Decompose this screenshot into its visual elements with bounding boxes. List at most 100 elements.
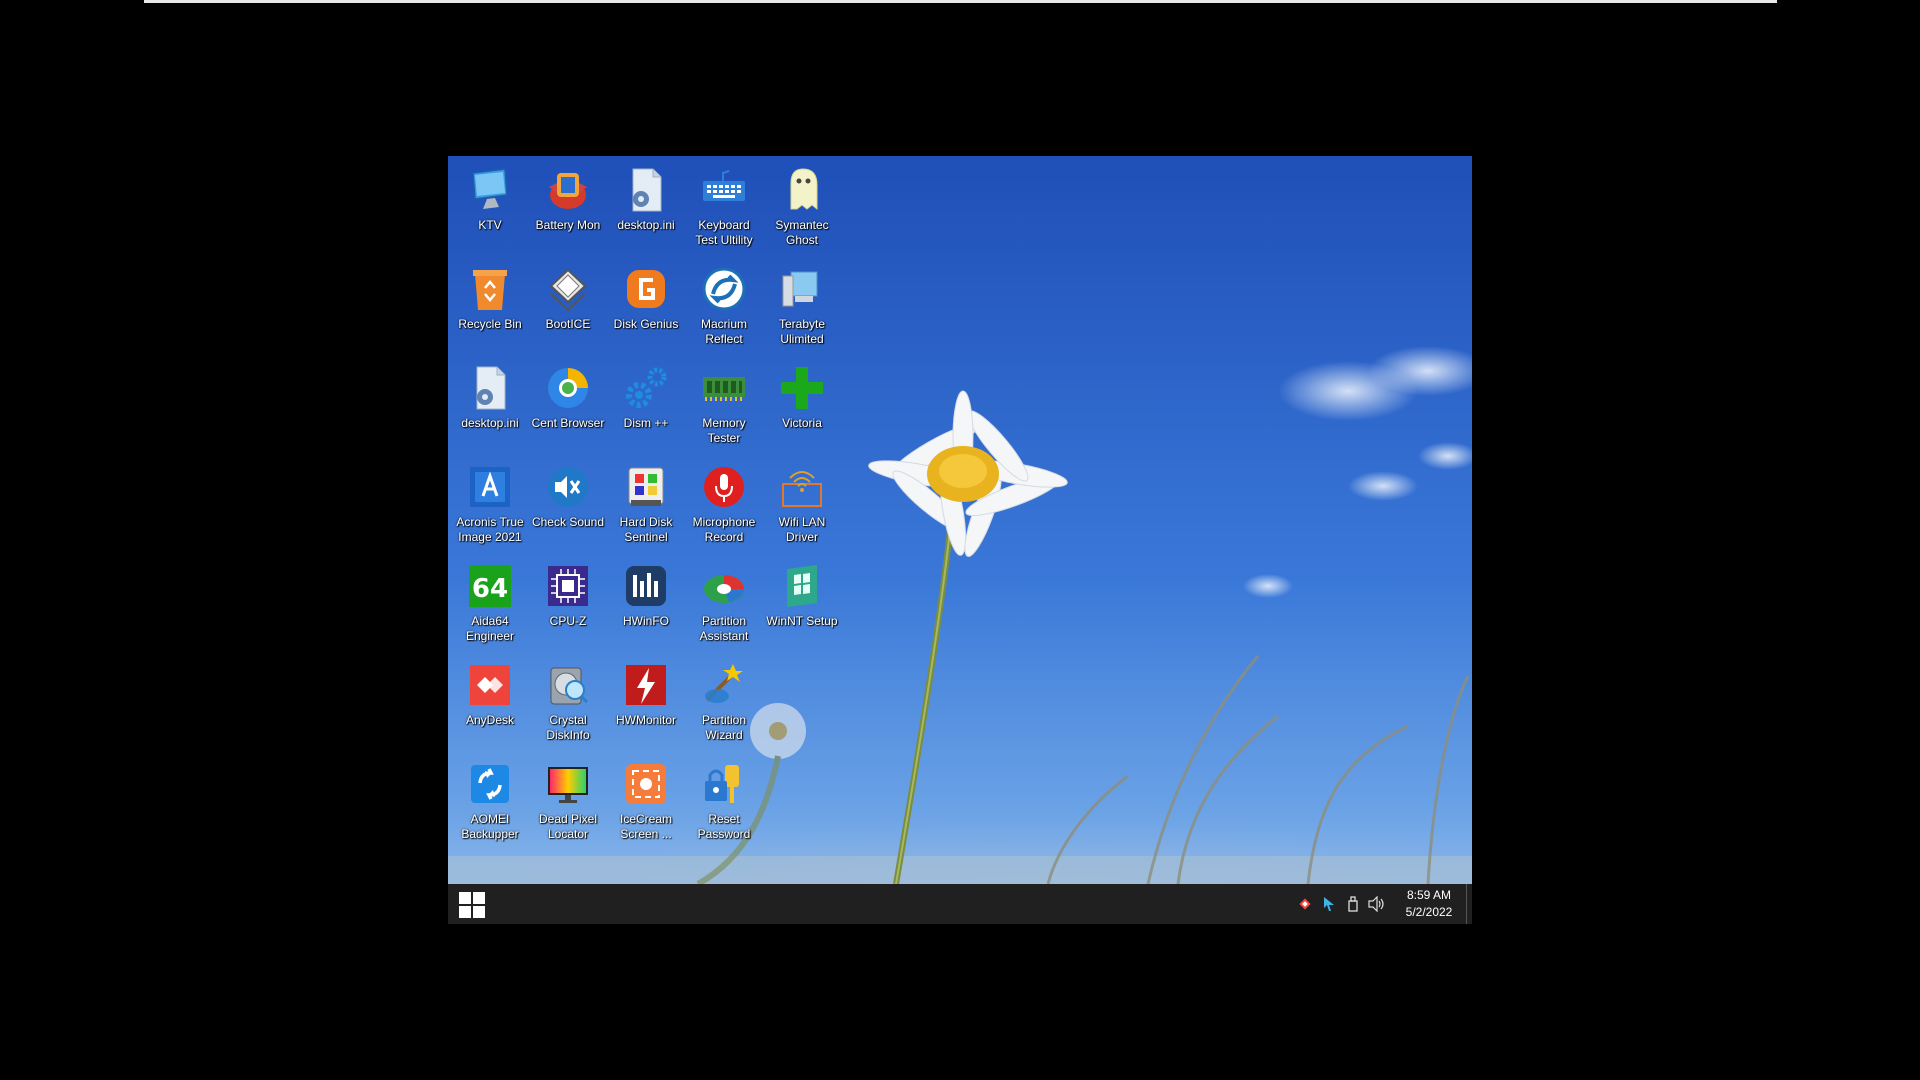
winnt-icon bbox=[776, 560, 828, 612]
desktop-icon-label: Recycle Bin bbox=[458, 317, 522, 331]
desktop-icon-macrium-reflect[interactable]: Macrium Reflect bbox=[685, 259, 763, 358]
dead-pixel-icon bbox=[542, 758, 594, 810]
desktop-icon-acronis-true-image-2021[interactable]: Acronis True Image 2021 bbox=[451, 457, 529, 556]
cursor-tray-icon[interactable] bbox=[1317, 884, 1341, 924]
desktop-screen: KTV Battery Mon desktop.ini Keyboard Test U… bbox=[448, 156, 1472, 924]
desktop-icon-wifi-lan-driver[interactable]: Wifi LAN Driver bbox=[763, 457, 841, 556]
desktop-icon-label: Microphone Record bbox=[692, 515, 756, 544]
show-desktop-button[interactable] bbox=[1466, 884, 1472, 924]
desktop-icon-label: Reset Password bbox=[697, 812, 751, 841]
desktop-icon-label: HWinFO bbox=[623, 614, 669, 628]
battery-mon-icon bbox=[542, 164, 594, 216]
desktop-icon-grid: KTV Battery Mon desktop.ini Keyboard Test U… bbox=[451, 160, 841, 853]
desktop-icon-desktop-ini[interactable]: desktop.ini bbox=[451, 358, 529, 457]
volume-icon[interactable] bbox=[1365, 884, 1389, 924]
desktop-icon-label: Check Sound bbox=[531, 515, 605, 529]
svg-text:64: 64 bbox=[472, 574, 508, 604]
desktop-icon-label: BootICE bbox=[545, 317, 591, 331]
partition-assistant-icon bbox=[698, 560, 750, 612]
desktop-icon-aida64-engineer[interactable]: 64 Aida64 Engineer bbox=[451, 556, 529, 655]
desktop-icon-label: Battery Mon bbox=[535, 218, 601, 232]
microphone-icon bbox=[698, 461, 750, 513]
desktop-icon-partition-assistant[interactable]: Partition Assistant bbox=[685, 556, 763, 655]
aida64-icon: 64 bbox=[464, 560, 516, 612]
desktop-icon-label: Symantec Ghost bbox=[775, 218, 829, 247]
desktop-icon-label: Crystal DiskInfo bbox=[546, 713, 590, 742]
desktop-icon-label: desktop.ini bbox=[461, 416, 519, 430]
empty-grid-cell bbox=[763, 655, 841, 754]
desktop-icon-symantec-ghost[interactable]: Symantec Ghost bbox=[763, 160, 841, 259]
icecream-icon bbox=[620, 758, 672, 810]
desktop-icon-label: desktop.ini bbox=[617, 218, 675, 232]
windows-start-icon[interactable] bbox=[456, 889, 487, 920]
desktop-icon-cent-browser[interactable]: Cent Browser bbox=[529, 358, 607, 457]
desktop-icon-label: Aida64 Engineer bbox=[465, 614, 515, 643]
wifi-icon bbox=[776, 461, 828, 513]
desktop-icon-check-sound[interactable]: Check Sound bbox=[529, 457, 607, 556]
desktop-icon-disk-genius[interactable]: Disk Genius bbox=[607, 259, 685, 358]
monitor-icon bbox=[464, 164, 516, 216]
desktop-icon-battery-mon[interactable]: Battery Mon bbox=[529, 160, 607, 259]
settings-file-icon bbox=[464, 362, 516, 414]
system-tray: 8:59 AM 5/2/2022 bbox=[1293, 884, 1459, 924]
desktop-icon-label: Terabyte Ulimited bbox=[778, 317, 826, 346]
desktop-icon-bootice[interactable]: BootICE bbox=[529, 259, 607, 358]
desktop-icon-label: Hard Disk Sentinel bbox=[619, 515, 673, 544]
desktop-icon-label: Cent Browser bbox=[531, 416, 605, 430]
gears-icon bbox=[620, 362, 672, 414]
desktop-icon-label: AnyDesk bbox=[465, 713, 515, 727]
desktop-icon-recycle-bin[interactable]: Recycle Bin bbox=[451, 259, 529, 358]
desktop-icon-crystal-diskinfo[interactable]: Crystal DiskInfo bbox=[529, 655, 607, 754]
keyboard-icon bbox=[698, 164, 750, 216]
partition-wizard-icon bbox=[698, 659, 750, 711]
desktop-icon-anydesk[interactable]: AnyDesk bbox=[451, 655, 529, 754]
desktop-icon-dead-pixel-locator[interactable]: Dead Pixel Locator bbox=[529, 754, 607, 853]
clock[interactable]: 8:59 AM 5/2/2022 bbox=[1399, 887, 1459, 921]
bootice-icon bbox=[542, 263, 594, 315]
ghost-icon bbox=[776, 164, 828, 216]
desktop-icon-label: Wifi LAN Driver bbox=[778, 515, 826, 544]
browser-icon bbox=[542, 362, 594, 414]
cpu-icon bbox=[542, 560, 594, 612]
desktop-icon-label: Keyboard Test Ultility bbox=[695, 218, 753, 247]
desktop-icon-microphone-record[interactable]: Microphone Record bbox=[685, 457, 763, 556]
desktop-icon-label: Victoria bbox=[782, 416, 822, 430]
desktop-icon-partition-wizard[interactable]: Partition Wizard bbox=[685, 655, 763, 754]
anydesk-icon bbox=[464, 659, 516, 711]
acronis-icon bbox=[464, 461, 516, 513]
taskbar: 8:59 AM 5/2/2022 bbox=[448, 884, 1472, 924]
desktop-icon-label: Acronis True Image 2021 bbox=[456, 515, 524, 544]
desktop-icon-cpu-z[interactable]: CPU-Z bbox=[529, 556, 607, 655]
desktop-icon-keyboard-test-ultility[interactable]: Keyboard Test Ultility bbox=[685, 160, 763, 259]
desktop-icon-label: AOMEI Backupper bbox=[461, 812, 519, 841]
desktop-icon-aomei-backupper[interactable]: AOMEI Backupper bbox=[451, 754, 529, 853]
desktop-icon-winnt-setup[interactable]: WinNT Setup bbox=[763, 556, 841, 655]
top-border-line bbox=[144, 0, 1777, 3]
terabyte-icon bbox=[776, 263, 828, 315]
desktop-icon-label: Partition Assistant bbox=[699, 614, 749, 643]
desktop-icon-memory-tester[interactable]: Memory Tester bbox=[685, 358, 763, 457]
desktop-icon-hwinfo[interactable]: HWinFO bbox=[607, 556, 685, 655]
desktop-icon-reset-password[interactable]: Reset Password bbox=[685, 754, 763, 853]
desktop-icon-ktv[interactable]: KTV bbox=[451, 160, 529, 259]
desktop-icon-label: Dism ++ bbox=[623, 416, 669, 430]
desktop-icon-dism[interactable]: Dism ++ bbox=[607, 358, 685, 457]
usb-tray-icon[interactable] bbox=[1341, 884, 1365, 924]
desktop-icon-victoria[interactable]: Victoria bbox=[763, 358, 841, 457]
desktop-icon-label: CPU-Z bbox=[549, 614, 587, 628]
password-icon bbox=[698, 758, 750, 810]
desktop-icon-desktop-ini[interactable]: desktop.ini bbox=[607, 160, 685, 259]
settings-file-icon bbox=[620, 164, 672, 216]
desktop-icon-label: Memory Tester bbox=[702, 416, 746, 445]
desktop-icon-hwmonitor[interactable]: HWMonitor bbox=[607, 655, 685, 754]
desktop-icon-label: Disk Genius bbox=[613, 317, 679, 331]
desktop-icon-hard-disk-sentinel[interactable]: Hard Disk Sentinel bbox=[607, 457, 685, 556]
clock-date: 5/2/2022 bbox=[1405, 905, 1453, 919]
desktop-icon-terabyte-ulimited[interactable]: Terabyte Ulimited bbox=[763, 259, 841, 358]
hwinfo-icon bbox=[620, 560, 672, 612]
anydesk-tray-icon[interactable] bbox=[1293, 884, 1317, 924]
sound-icon bbox=[542, 461, 594, 513]
desktop-icon-icecream-screen[interactable]: IceCream Screen ... bbox=[607, 754, 685, 853]
desktop-icon-label: Dead Pixel Locator bbox=[538, 812, 598, 841]
recycle-bin-icon bbox=[464, 263, 516, 315]
